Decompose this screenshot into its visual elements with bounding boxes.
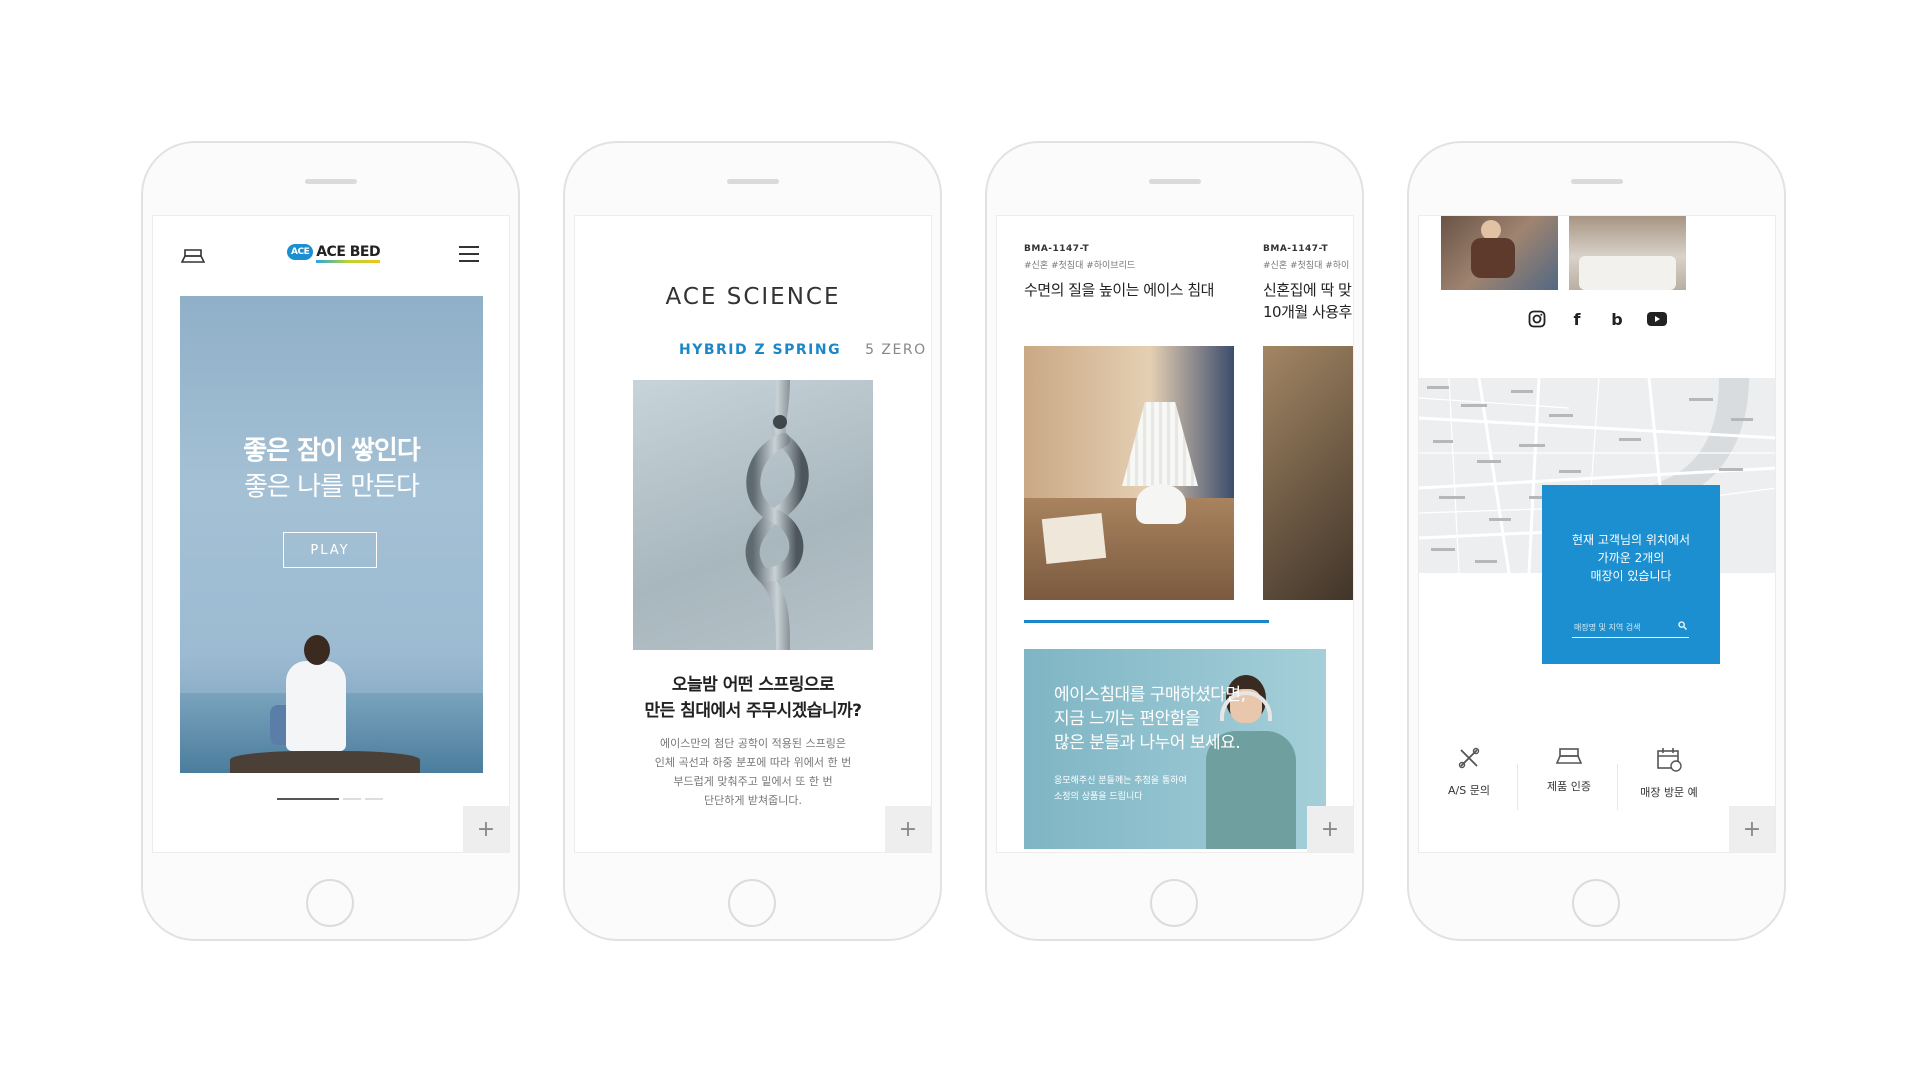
gallery-photo-model[interactable] — [1441, 216, 1558, 290]
screen-store: f b 현재 고객님의 위치에서 가까운 2개의 매장이 있습니다 매장명 및 … — [1418, 215, 1776, 853]
spring-description: 에이스만의 첨단 공학이 적용된 스프링은 인체 곡선과 하중 분포에 따라 위… — [575, 734, 931, 810]
play-button[interactable]: PLAY — [283, 532, 377, 568]
plus-button[interactable]: + — [885, 806, 931, 852]
plus-button[interactable]: + — [1307, 806, 1353, 852]
phone-mockup-science: ACE SCIENCE HYBRID Z SPRING 5 ZERO S 오늘밤 … — [563, 141, 942, 941]
review-title: 수면의 질을 높이는 에이스 침대 — [1024, 281, 1214, 299]
instagram-icon[interactable] — [1526, 308, 1548, 330]
phone-home-button — [305, 879, 354, 927]
review-title: 신혼집에 딱 맞 10개월 사용후 — [1263, 279, 1353, 323]
product-code: BMA-1147-T — [1024, 244, 1090, 254]
review-tags: #신혼 #첫침대 #하이브리드 — [1024, 261, 1136, 271]
bed-icon[interactable] — [181, 248, 205, 264]
heading-line1: 오늘밤 어떤 스프링으로 — [671, 675, 835, 695]
menu-item-store-visit[interactable]: 매장 방문 예 — [1619, 746, 1719, 800]
gallery-photo-bed[interactable] — [1569, 216, 1686, 290]
promo-line: 지금 느끼는 편안함을 — [1054, 709, 1201, 729]
spring-coil-illustration — [745, 380, 809, 650]
screen-science: ACE SCIENCE HYBRID Z SPRING 5 ZERO S 오늘밤 … — [574, 215, 932, 853]
nearby-store-box: 현재 고객님의 위치에서 가까운 2개의 매장이 있습니다 매장명 및 지역 검… — [1542, 485, 1720, 664]
desc-line: 인체 곡선과 하중 분포에 따라 위에서 한 번 — [654, 756, 852, 769]
social-links: f b — [1419, 308, 1775, 330]
screen-home: ACE ACE BED 좋은 잠이 쌓인다 좋은 나를 만든다 PLAY + — [152, 215, 510, 853]
review-card[interactable]: BMA-1147-T #신혼 #첫침대 #하이브리드 수면의 질을 높이는 에이… — [1024, 244, 1214, 301]
store-line: 매장이 있습니다 — [1590, 569, 1672, 583]
menu-divider — [1617, 764, 1618, 810]
bed-icon — [1555, 748, 1583, 764]
review-photo-bedroom[interactable] — [1263, 346, 1353, 600]
promo-sub-line: 응모해주신 분들께는 추첨을 통하여 — [1054, 776, 1187, 786]
facebook-icon[interactable]: f — [1566, 308, 1588, 330]
phone-mockup-home: ACE ACE BED 좋은 잠이 쌓인다 좋은 나를 만든다 PLAY + — [141, 141, 520, 941]
carousel-indicator[interactable] — [277, 798, 387, 800]
tools-icon — [1458, 747, 1480, 769]
spring-image — [633, 380, 873, 650]
desc-line: 부드럽게 맞춰주고 밑에서 또 한 번 — [673, 775, 833, 788]
menu-label: 제품 인증 — [1547, 780, 1591, 793]
service-menu: A/S 문의 제품 인증 매장 방문 예 — [1419, 746, 1775, 826]
nearby-store-message: 현재 고객님의 위치에서 가까운 2개의 매장이 있습니다 — [1542, 531, 1720, 585]
phone-mockup-reviews: BMA-1147-T #신혼 #첫침대 #하이브리드 수면의 질을 높이는 에이… — [985, 141, 1364, 941]
section-title: ACE SCIENCE — [665, 284, 841, 310]
review-tags: #신혼 #첫침대 #하이 — [1263, 261, 1350, 271]
phone-speaker — [304, 179, 357, 184]
hamburger-menu-icon[interactable] — [459, 246, 479, 267]
menu-item-as-inquiry[interactable]: A/S 문의 — [1419, 746, 1519, 798]
ace-bed-logo[interactable]: ACE ACE BED — [287, 244, 381, 263]
screen-reviews: BMA-1147-T #신혼 #첫침대 #하이브리드 수면의 질을 높이는 에이… — [996, 215, 1354, 853]
review-title-line2: 10개월 사용후 — [1263, 303, 1352, 321]
menu-item-product-cert[interactable]: 제품 인증 — [1519, 746, 1619, 794]
phone-mockup-store: f b 현재 고객님의 위치에서 가까운 2개의 매장이 있습니다 매장명 및 … — [1407, 141, 1786, 941]
hero-title-line1: 좋은 잠이 쌓인다 — [243, 436, 421, 466]
promo-subtext: 응모해주신 분들께는 추첨을 통하여 소정의 상품을 드립니다 — [1054, 773, 1187, 805]
menu-divider — [1517, 764, 1518, 810]
search-icon[interactable] — [1678, 621, 1687, 633]
menu-label: A/S 문의 — [1448, 784, 1490, 797]
hero-person-image — [270, 635, 346, 755]
review-card[interactable]: BMA-1147-T #신혼 #첫침대 #하이 신혼집에 딱 맞 10개월 사용… — [1263, 244, 1353, 323]
tab-5-zero[interactable]: 5 ZERO S — [865, 342, 931, 358]
blog-icon[interactable]: b — [1606, 308, 1628, 330]
spring-tabs: HYBRID Z SPRING 5 ZERO S — [679, 342, 931, 358]
site-header: ACE ACE BED — [153, 240, 509, 270]
review-title-line1: 신혼집에 딱 맞 — [1263, 281, 1352, 299]
desc-line: 단단하게 받쳐줍니다. — [703, 794, 803, 807]
youtube-icon[interactable] — [1646, 308, 1668, 330]
carousel-progress[interactable] — [1024, 620, 1269, 623]
logo-text: ACE BED — [316, 244, 381, 263]
phone-speaker — [1148, 179, 1201, 184]
product-code: BMA-1147-T — [1263, 244, 1329, 254]
plus-button[interactable]: + — [1729, 806, 1775, 852]
store-line: 현재 고객님의 위치에서 — [1571, 533, 1691, 547]
heading-line2: 만든 침대에서 주무시겠습니까? — [644, 701, 862, 721]
desc-line: 에이스만의 첨단 공학이 적용된 스프링은 — [659, 737, 847, 750]
store-line: 가까운 2개의 — [1597, 551, 1665, 565]
promo-sub-line: 소정의 상품을 드립니다 — [1054, 792, 1143, 802]
search-placeholder: 매장명 및 지역 검색 — [1574, 623, 1641, 632]
phone-speaker — [1570, 179, 1623, 184]
tab-hybrid-z-spring[interactable]: HYBRID Z SPRING — [679, 342, 841, 358]
phone-home-button — [1571, 879, 1620, 927]
plus-button[interactable]: + — [463, 806, 509, 852]
calendar-icon — [1657, 748, 1682, 772]
phone-home-button — [727, 879, 776, 927]
store-search-input[interactable]: 매장명 및 지역 검색 — [1572, 621, 1689, 638]
spring-heading: 오늘밤 어떤 스프링으로 만든 침대에서 주무시겠습니까? — [575, 672, 931, 724]
hero-banner: 좋은 잠이 쌓인다 좋은 나를 만든다 PLAY — [180, 296, 483, 773]
review-event-banner[interactable]: 에이스침대를 구매하셨다면, 지금 느끼는 편안함을 많은 분들과 나누어 보세… — [1024, 649, 1326, 849]
phone-home-button — [1149, 879, 1198, 927]
promo-text: 에이스침대를 구매하셨다면, 지금 느끼는 편안함을 많은 분들과 나누어 보세… — [1054, 683, 1246, 755]
logo-badge: ACE — [287, 244, 314, 260]
menu-label: 매장 방문 예 — [1640, 786, 1698, 799]
promo-line: 에이스침대를 구매하셨다면, — [1054, 685, 1246, 705]
hero-title-line2: 좋은 나를 만든다 — [244, 472, 420, 502]
promo-line: 많은 분들과 나누어 보세요. — [1054, 733, 1241, 753]
review-photo-lamp[interactable] — [1024, 346, 1234, 600]
phone-speaker — [726, 179, 779, 184]
